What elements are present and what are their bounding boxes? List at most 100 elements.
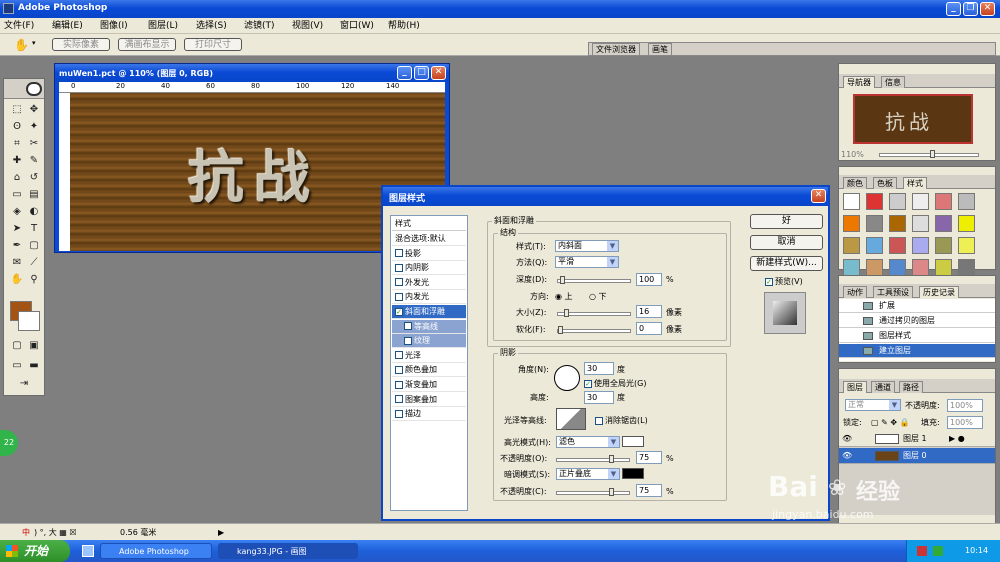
depth-input[interactable]: 100 bbox=[636, 273, 662, 286]
background-color-swatch[interactable] bbox=[18, 311, 40, 331]
full-screen-icon[interactable]: ▬ bbox=[26, 359, 42, 373]
tab-swatches[interactable]: 色板 bbox=[873, 177, 897, 189]
checkbox-box[interactable] bbox=[404, 336, 412, 345]
opacity-input[interactable]: 100% bbox=[947, 399, 983, 412]
menu-item[interactable]: 滤镜(T) bbox=[244, 18, 275, 34]
lasso-tool-icon[interactable]: ʘ bbox=[9, 120, 25, 134]
hand-tool-icon[interactable]: ✋ bbox=[14, 38, 29, 52]
actual-pixels-button[interactable]: 实际像素 bbox=[52, 38, 110, 51]
checkbox-box[interactable] bbox=[395, 263, 403, 272]
checkbox-box[interactable] bbox=[395, 365, 403, 374]
check-icon[interactable]: ✓ bbox=[395, 307, 403, 316]
notification-badge[interactable]: 22 bbox=[0, 430, 18, 456]
tab-actions[interactable]: 动作 bbox=[843, 286, 867, 298]
move-tool-icon[interactable]: ✥ bbox=[26, 103, 42, 117]
pen-tool-icon[interactable]: ✒ bbox=[9, 239, 25, 253]
restore-button[interactable]: ❐ bbox=[963, 2, 978, 16]
technique-select[interactable]: 平滑 ▼ bbox=[555, 256, 619, 268]
taskbar-item-paint[interactable]: kang33.JPG - 画图 bbox=[218, 543, 358, 559]
style-swatch[interactable] bbox=[935, 259, 952, 276]
style-list-item[interactable]: 颜色叠加 bbox=[392, 363, 466, 378]
slider-thumb[interactable] bbox=[609, 488, 614, 496]
hand-tool-icon[interactable]: ✋ bbox=[9, 273, 25, 287]
style-list-item[interactable]: 渐变叠加 bbox=[392, 378, 466, 392]
highlight-color-swatch[interactable] bbox=[622, 436, 644, 447]
tab-layers[interactable]: 图层 bbox=[843, 381, 867, 393]
tool-preset-dropdown[interactable]: ▾ bbox=[32, 39, 36, 47]
slider-thumb[interactable] bbox=[558, 326, 563, 334]
style-swatch[interactable] bbox=[866, 193, 883, 210]
tray-icon[interactable] bbox=[917, 546, 927, 556]
new-style-button[interactable]: 新建样式(W)... bbox=[750, 256, 823, 271]
layer-effects-icon[interactable]: ▶ ● bbox=[949, 431, 965, 447]
anti-alias-checkbox[interactable]: 消除锯齿(L) bbox=[595, 415, 648, 426]
zoom-readout[interactable]: 0.56 毫米 bbox=[120, 527, 156, 538]
tab-brushes[interactable]: 画笔 bbox=[648, 43, 672, 55]
marquee-tool-icon[interactable]: ⬚ bbox=[9, 103, 25, 117]
blur-tool-icon[interactable]: ◈ bbox=[9, 205, 25, 219]
lock-icons[interactable]: ▢ ✎ ✥ 🔒 bbox=[871, 417, 910, 428]
style-list-item[interactable]: 内阴影 bbox=[392, 261, 466, 276]
tab-color[interactable]: 颜色 bbox=[843, 177, 867, 189]
fill-input[interactable]: 100% bbox=[947, 416, 983, 429]
global-light-checkbox[interactable]: ✓ 使用全局光(G) bbox=[584, 378, 646, 389]
zoom-tool-icon[interactable]: ⚲ bbox=[26, 273, 42, 287]
highlight-opacity-input[interactable]: 75 bbox=[636, 451, 662, 464]
history-item[interactable]: 扩展 bbox=[839, 299, 995, 313]
size-input[interactable]: 16 bbox=[636, 305, 662, 318]
tab-paths[interactable]: 路径 bbox=[899, 381, 923, 393]
style-list-item[interactable]: 等高线 bbox=[392, 319, 466, 334]
checkbox-box[interactable] bbox=[395, 292, 403, 301]
magic-wand-tool-icon[interactable]: ✦ bbox=[26, 120, 42, 134]
close-button[interactable]: ✕ bbox=[980, 2, 995, 16]
blend-mode-select[interactable]: 正常 ▼ bbox=[845, 399, 901, 411]
checkbox-box[interactable] bbox=[395, 380, 403, 389]
style-swatch[interactable] bbox=[866, 237, 883, 254]
style-swatch[interactable] bbox=[889, 259, 906, 276]
style-swatch[interactable] bbox=[843, 193, 860, 210]
altitude-input[interactable]: 30 bbox=[584, 391, 614, 404]
gloss-contour-picker[interactable] bbox=[556, 408, 586, 430]
style-select[interactable]: 内斜面 ▼ bbox=[555, 240, 619, 252]
eye-icon[interactable]: 👁 bbox=[842, 431, 852, 447]
dodge-tool-icon[interactable]: ◐ bbox=[26, 205, 42, 219]
eye-icon[interactable]: 👁 bbox=[842, 448, 852, 464]
path-select-tool-icon[interactable]: ➤ bbox=[9, 222, 25, 236]
style-list-item[interactable]: 图案叠加 bbox=[392, 392, 466, 407]
slider-thumb[interactable] bbox=[609, 455, 614, 463]
shadow-color-swatch[interactable] bbox=[622, 468, 644, 479]
dialog-close-button[interactable]: ✕ bbox=[811, 189, 826, 203]
gradient-tool-icon[interactable]: ▤ bbox=[26, 188, 42, 202]
layer-row[interactable]: 👁 图层 1 ▶ ● bbox=[839, 431, 995, 447]
tab-file-browser[interactable]: 文件浏览器 bbox=[592, 43, 640, 55]
navigator-zoom-slider[interactable] bbox=[879, 150, 979, 158]
notes-tool-icon[interactable]: ✉ bbox=[9, 256, 25, 270]
style-list-item[interactable]: 投影 bbox=[392, 246, 466, 261]
style-swatch[interactable] bbox=[866, 259, 883, 276]
style-swatch[interactable] bbox=[843, 259, 860, 276]
checkbox-box[interactable] bbox=[395, 249, 403, 258]
tray-icon[interactable] bbox=[933, 546, 943, 556]
style-swatch[interactable] bbox=[912, 193, 929, 210]
navigator-zoom[interactable]: 110% bbox=[841, 149, 864, 160]
checkbox-box[interactable] bbox=[395, 278, 403, 287]
menu-item[interactable]: 编辑(E) bbox=[52, 18, 83, 34]
depth-slider[interactable] bbox=[557, 276, 631, 284]
style-swatch[interactable] bbox=[889, 193, 906, 210]
style-list-item[interactable]: 光泽 bbox=[392, 348, 466, 363]
ime-indicator[interactable]: 中 bbox=[22, 527, 30, 538]
slider-thumb[interactable] bbox=[564, 309, 569, 317]
ime-icons[interactable]: ) °, 大 ▦ ☒ bbox=[34, 527, 77, 538]
quicklaunch-icon[interactable] bbox=[82, 545, 94, 557]
shadow-opacity-slider[interactable] bbox=[556, 488, 630, 496]
style-swatch[interactable] bbox=[866, 215, 883, 232]
cancel-button[interactable]: 取消 bbox=[750, 235, 823, 250]
style-swatch[interactable] bbox=[912, 259, 929, 276]
navigator-preview[interactable]: 抗战 bbox=[853, 94, 973, 144]
taskbar-item-photoshop[interactable]: Adobe Photoshop bbox=[100, 543, 212, 559]
style-swatch[interactable] bbox=[843, 215, 860, 232]
doc-close-button[interactable]: ✕ bbox=[431, 66, 446, 80]
soften-input[interactable]: 0 bbox=[636, 322, 662, 335]
style-swatch[interactable] bbox=[912, 215, 929, 232]
menu-item[interactable]: 帮助(H) bbox=[388, 18, 420, 34]
